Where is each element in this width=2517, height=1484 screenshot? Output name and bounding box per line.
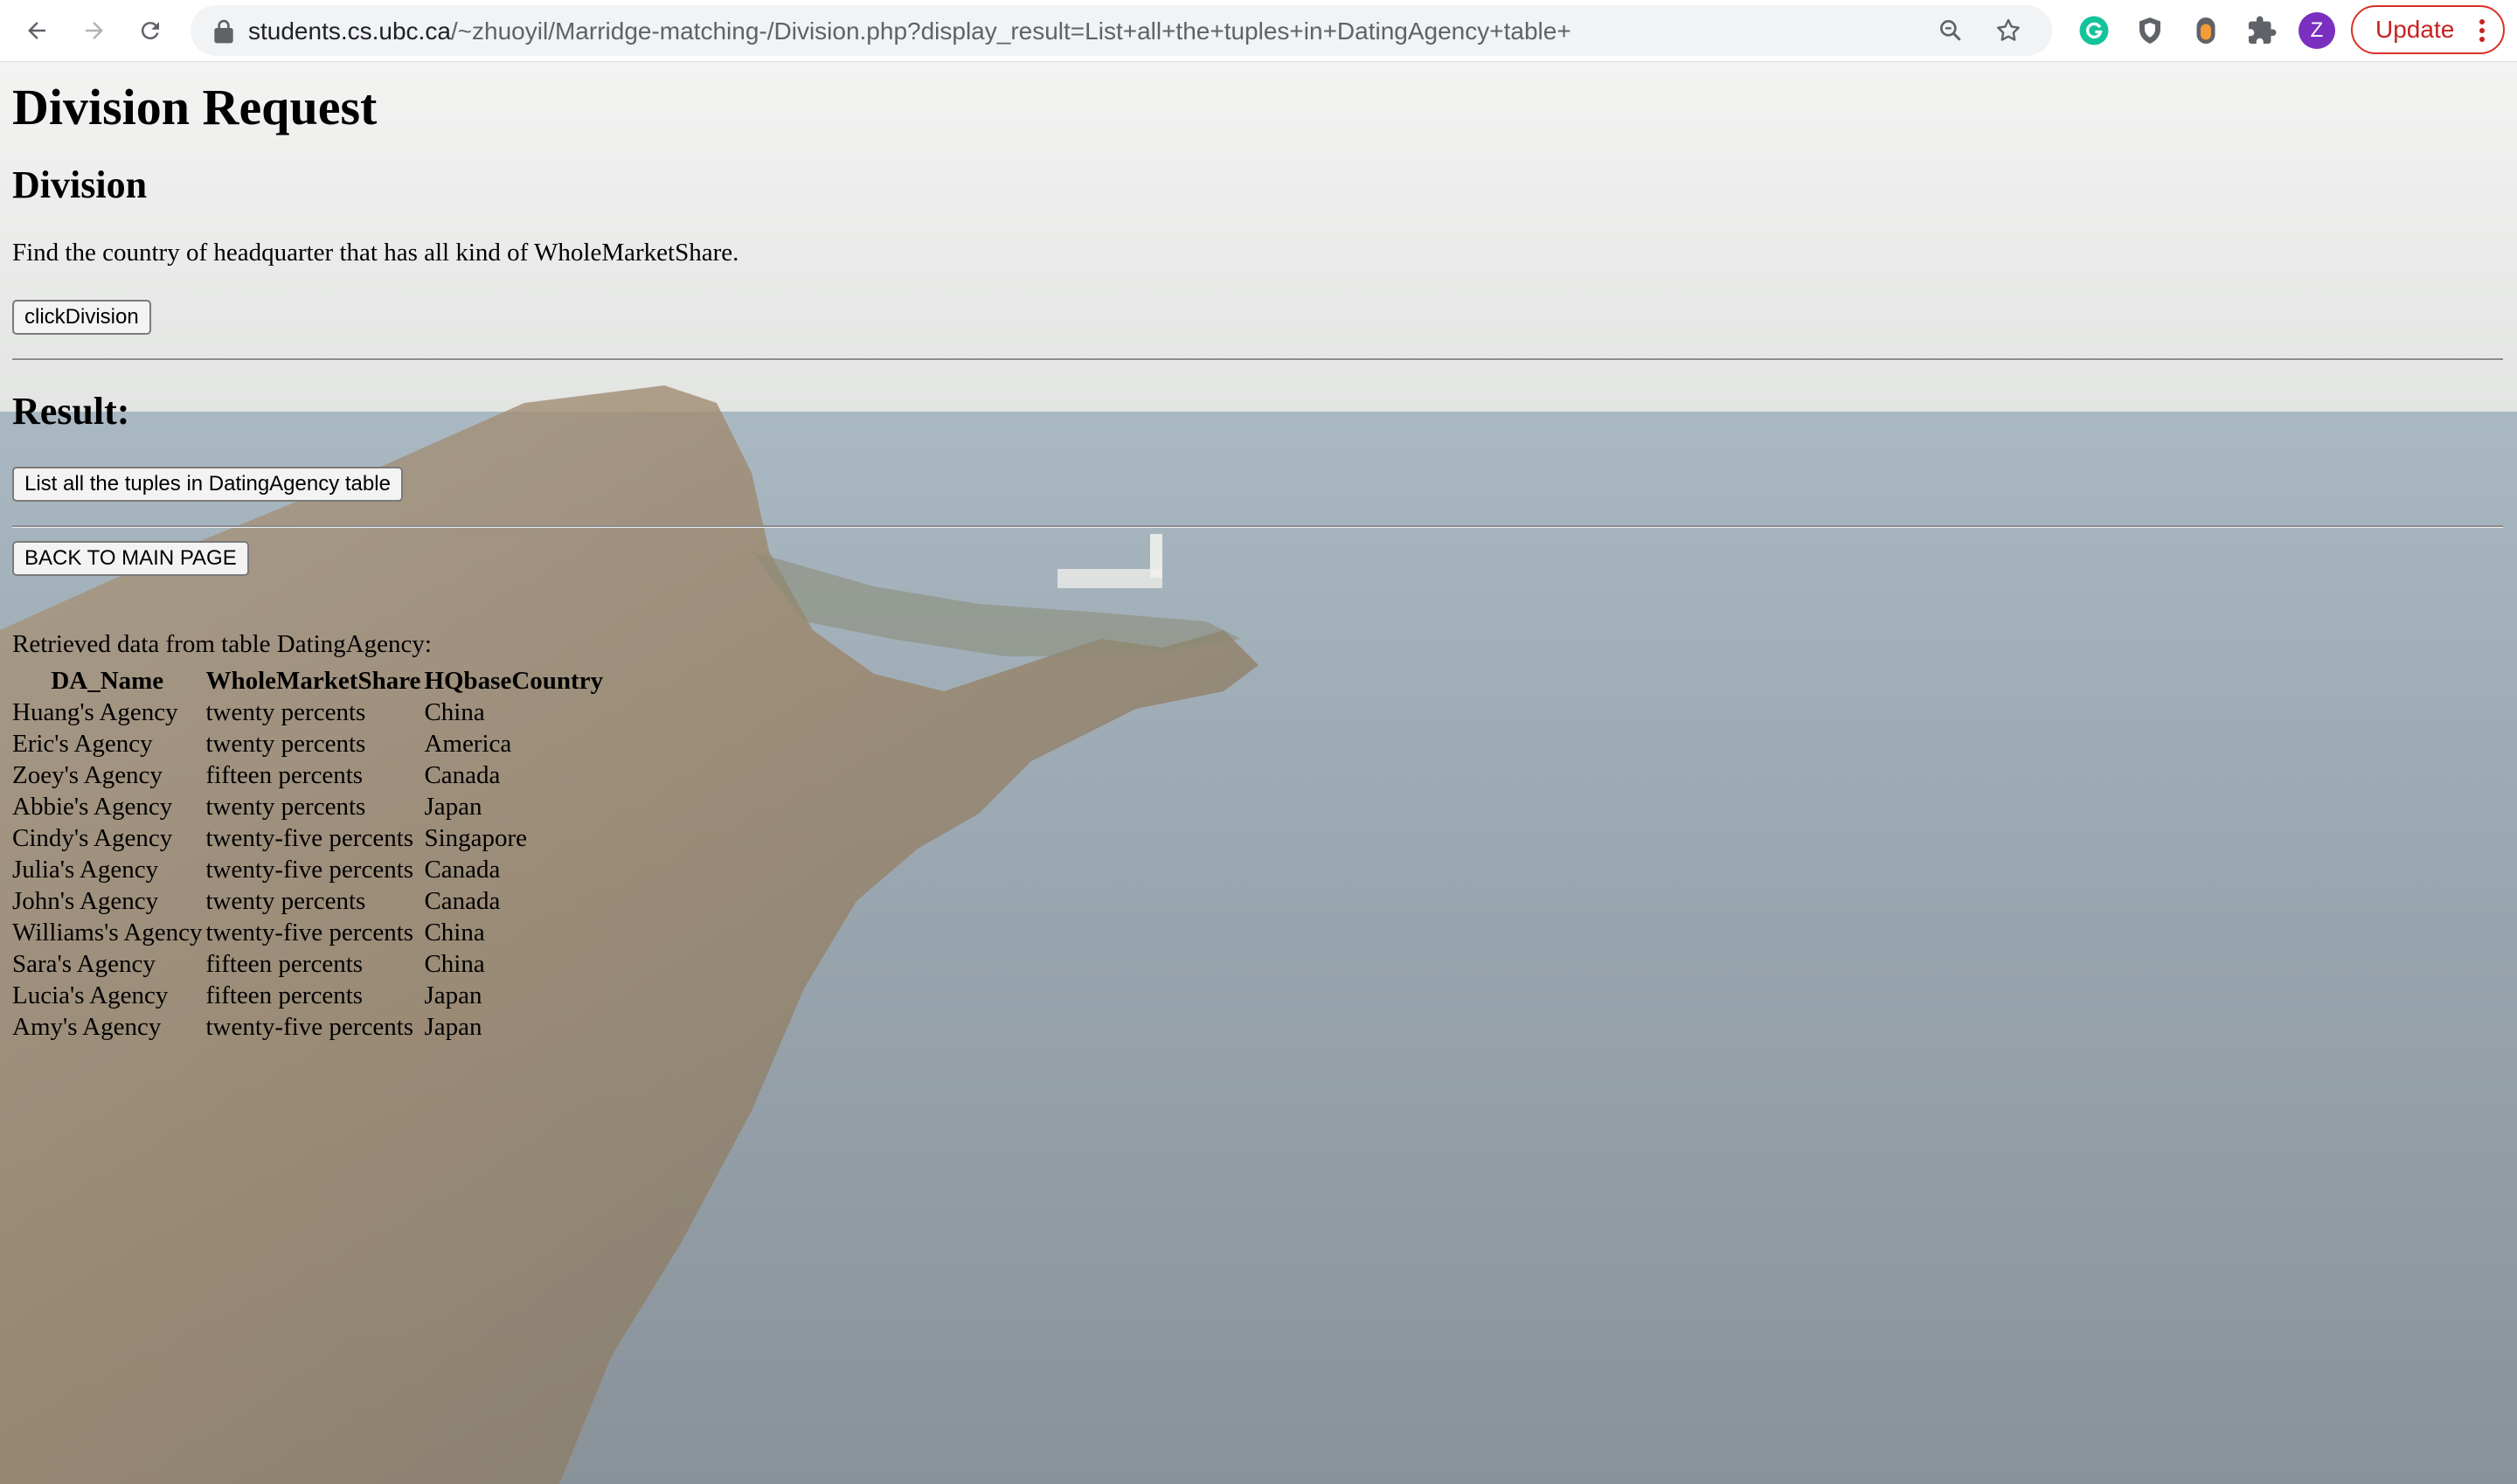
cell-market-share: fifteen percents — [205, 949, 364, 978]
division-description: Find the country of headquarter that has… — [12, 239, 739, 267]
update-label: Update — [2375, 16, 2455, 43]
grammarly-icon[interactable] — [2078, 15, 2110, 46]
table-row: Amy's Agency twenty-five percents Japan — [12, 1011, 603, 1043]
divider-1 — [12, 358, 2503, 361]
cell-market-share: fifteen percents — [205, 760, 364, 789]
cell-da-name: Huang's Agency — [12, 697, 178, 726]
page-viewport: Division Request Division Find the count… — [0, 62, 2517, 1484]
url-host: students.cs.ubc.ca — [248, 17, 451, 45]
cell-country: Canada — [424, 855, 501, 884]
url-text[interactable]: students.cs.ubc.ca/~zhuoyil/Marridge-mat… — [248, 17, 1571, 45]
cell-country: China — [424, 918, 485, 947]
cell-country: Canada — [424, 886, 501, 915]
table-row: Zoey's Agency fifteen percents Canada — [12, 759, 603, 791]
cell-market-share: twenty-five percents — [205, 823, 414, 852]
cell-country: Singapore — [424, 823, 528, 852]
cell-da-name: John's Agency — [12, 886, 159, 915]
zoom-icon[interactable] — [1937, 17, 1965, 45]
division-heading: Division — [12, 163, 148, 206]
cell-da-name: Williams's Agency — [12, 918, 203, 947]
cell-market-share: twenty percents — [205, 886, 366, 915]
cell-da-name: Sara's Agency — [12, 949, 156, 978]
result-heading: Result: — [12, 390, 130, 433]
table-row: Williams's Agency twenty-five percents Chi… — [12, 917, 603, 948]
back-arrow-icon[interactable] — [17, 11, 56, 50]
cell-da-name: Zoey's Agency — [12, 760, 163, 789]
kebab-menu-icon[interactable] — [2479, 17, 2486, 44]
update-button[interactable]: Update — [2351, 5, 2505, 54]
cell-country: Canada — [424, 760, 501, 789]
table-header-row: DA_Name WholeMarketShare HQbaseCountry — [12, 665, 603, 697]
url-path: /~zhuoyil/Marridge-matching-/Division.ph… — [450, 17, 1571, 45]
browser-toolbar: students.cs.ubc.ca/~zhuoyil/Marridge-mat… — [0, 0, 2517, 62]
page-title: Division Request — [12, 79, 378, 135]
shield-extension-icon[interactable] — [2134, 15, 2166, 46]
cell-market-share: twenty percents — [205, 697, 366, 726]
cell-da-name: Lucia's Agency — [12, 981, 169, 1009]
table-row: Eric's Agency twenty percents America — [12, 728, 603, 759]
cell-da-name: Julia's Agency — [12, 855, 159, 884]
cell-country: China — [424, 949, 485, 978]
divider-2 — [12, 525, 2503, 528]
reload-icon[interactable] — [131, 11, 170, 50]
back-to-main-button[interactable]: BACK TO MAIN PAGE — [12, 541, 249, 576]
click-division-button[interactable]: clickDivision — [12, 300, 151, 335]
cell-country: America — [424, 729, 512, 758]
header-da-name: DA_Name — [51, 666, 164, 695]
cell-da-name: Eric's Agency — [12, 729, 153, 758]
cell-market-share: fifteen percents — [205, 981, 364, 1009]
dating-agency-table: DA_Name WholeMarketShare HQbaseCountry H… — [9, 665, 607, 1043]
puzzle-extensions-icon[interactable] — [2246, 15, 2278, 46]
extension-badge-icon[interactable] — [2190, 15, 2222, 46]
lock-icon[interactable] — [210, 17, 238, 45]
table-row: Abbie's Agency twenty percents Japan — [12, 791, 603, 822]
cell-country: China — [424, 697, 485, 726]
profile-initial: Z — [2310, 18, 2324, 42]
cell-market-share: twenty percents — [205, 792, 366, 821]
cell-country: Japan — [424, 1012, 482, 1041]
cell-country: Japan — [424, 792, 482, 821]
cell-market-share: twenty-five percents — [205, 918, 414, 947]
profile-avatar[interactable]: Z — [2299, 12, 2335, 49]
table-row: Huang's Agency twenty percents China — [12, 697, 603, 728]
cell-market-share: twenty-five percents — [205, 1012, 414, 1041]
table-row: Julia's Agency twenty-five percents Canada — [12, 854, 603, 885]
header-hq-base-country: HQbaseCountry — [424, 666, 604, 695]
cell-country: Japan — [424, 981, 482, 1009]
table-row: John's Agency twenty percents Canada — [12, 885, 603, 917]
cell-da-name: Cindy's Agency — [12, 823, 173, 852]
address-bar[interactable]: students.cs.ubc.ca/~zhuoyil/Marridge-mat… — [191, 5, 2052, 56]
cell-da-name: Abbie's Agency — [12, 792, 173, 821]
table-row: Sara's Agency fifteen percents China — [12, 948, 603, 980]
table-row: Lucia's Agency fifteen percents Japan — [12, 980, 603, 1011]
retrieved-data-text: Retrieved data from table DatingAgency: — [12, 630, 432, 658]
bookmark-star-icon[interactable] — [1994, 17, 2022, 45]
list-tuples-button[interactable]: List all the tuples in DatingAgency tabl… — [12, 467, 403, 502]
cell-market-share: twenty percents — [205, 729, 366, 758]
table-row: Cindy's Agency twenty-five percents Singap… — [12, 822, 603, 854]
header-whole-market-share: WholeMarketShare — [205, 666, 421, 695]
cell-da-name: Amy's Agency — [12, 1012, 162, 1041]
cell-market-share: twenty-five percents — [205, 855, 414, 884]
forward-arrow-icon[interactable] — [75, 11, 114, 50]
